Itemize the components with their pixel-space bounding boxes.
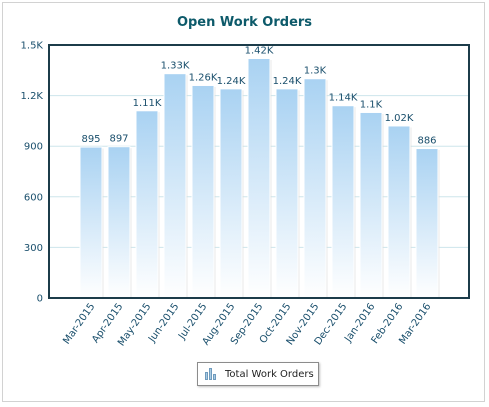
bar[interactable] <box>303 78 327 299</box>
y-tick-label: 300 <box>24 243 43 254</box>
data-label: 1.24K <box>273 76 302 87</box>
bar[interactable] <box>107 146 131 299</box>
bar[interactable] <box>247 57 271 299</box>
bar[interactable] <box>163 73 187 299</box>
data-label: 895 <box>81 134 100 145</box>
bar[interactable] <box>191 84 215 299</box>
y-tick-label: 1.5K <box>21 41 44 52</box>
data-label: 1.26K <box>189 72 218 83</box>
y-tick-label: 0 <box>37 294 43 305</box>
y-tick-label: 1.2K <box>21 91 44 102</box>
bar[interactable] <box>135 110 159 299</box>
data-label: 1.02K <box>385 113 414 124</box>
data-label: 886 <box>417 136 436 147</box>
data-label: 1.24K <box>217 76 246 87</box>
data-label: 1.1K <box>360 99 383 110</box>
bar[interactable] <box>415 148 439 299</box>
data-label: 897 <box>109 134 128 145</box>
data-label: 1.14K <box>329 93 358 104</box>
bar[interactable] <box>331 105 355 299</box>
bar-chart-icon <box>205 368 219 380</box>
bar[interactable] <box>79 146 103 299</box>
bar[interactable] <box>359 111 383 299</box>
data-label: 1.42K <box>245 45 274 56</box>
y-tick-label: 600 <box>24 192 43 203</box>
data-label: 1.11K <box>133 98 162 109</box>
y-tick-label: 900 <box>24 142 43 153</box>
bar-chart: 895 8971.11K1.33K1.26K 1.24K1.42K1.24K1.3K… <box>21 41 470 348</box>
legend[interactable]: Total Work Orders <box>197 362 319 386</box>
bar[interactable] <box>275 88 299 299</box>
bar[interactable] <box>219 88 243 299</box>
legend-label: Total Work Orders <box>225 368 314 380</box>
bar[interactable] <box>387 125 411 299</box>
data-label: 1.33K <box>161 61 190 72</box>
data-label: 1.3K <box>304 66 327 77</box>
